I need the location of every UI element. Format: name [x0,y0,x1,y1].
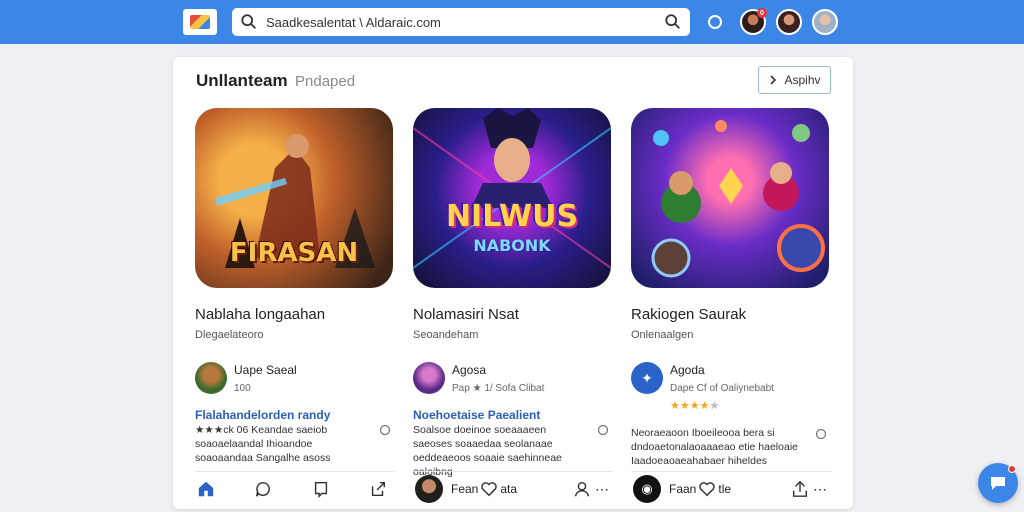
game-logo-subtitle: NABONK [473,236,551,255]
game-card[interactable]: Rakiogen Saurak Onlenaalgen ✦ Agoda Dape… [631,108,831,468]
bookmark-icon[interactable] [312,480,330,498]
star-icon: ★ [699,400,710,412]
star-icon: ★ [679,400,690,412]
star-icon: ★ [709,400,720,412]
chevron-right-icon [770,75,777,85]
search-submit-icon[interactable] [664,13,682,31]
game-name[interactable]: Nablaha longaahan [195,306,395,323]
divider [413,471,613,472]
avatar[interactable] [415,475,443,503]
info-icon[interactable] [379,424,391,436]
game-card[interactable]: NILWUS NABONK Nolamasiri Nsat Seoandeham … [413,108,613,479]
developer-row: ✦ Agoda Dape Cf of Oaliynebabt ★★★★★ [631,362,831,412]
developer-meta: 100 [234,383,251,394]
avatar[interactable] [812,9,838,35]
heart-icon[interactable] [698,480,716,498]
action-bar: Fean ata ⋯ [415,475,615,503]
developer-row: Uape Saeal 100 [195,362,395,394]
game-logo-title: NILWUS [445,199,579,234]
game-artwork[interactable]: FIRASAN [195,108,393,288]
comment-icon[interactable] [254,480,272,498]
developer-name[interactable]: Agosa [452,363,544,377]
review-title[interactable]: Flalahandelorden randy [195,408,395,422]
top-icons: 0 [708,8,838,35]
game-artwork[interactable]: NILWUS NABONK [413,108,611,288]
game-category: Onlenaalgen [631,329,694,341]
page-subtitle[interactable]: Pndaped [295,73,355,90]
developer-name[interactable]: Uape Saeal [234,363,297,377]
action-bar: ◉ Faan tle ⋯ [633,475,833,503]
developer-name[interactable]: Agoda [670,363,774,377]
developer-row: Agosa Pap ★ 1/ Sofa Clibat [413,362,613,394]
chat-fab-button[interactable] [978,463,1018,503]
avatar[interactable] [195,362,227,394]
share-icon[interactable] [369,480,387,498]
header-action-button[interactable]: Aspihv [758,66,831,94]
star-icon: ★ [670,400,680,412]
top-bar: 0 [0,0,1024,44]
chat-icon [991,477,1005,490]
developer-meta: Dape Cf of Oaliynebabt [670,383,774,394]
avatar[interactable]: ◉ [633,475,661,503]
game-card[interactable]: FIRASAN Nablaha longaahan Dlegaelateoro … [195,108,395,465]
action-bar [197,475,397,503]
share-icon[interactable] [791,480,809,498]
avatar[interactable]: 0 [740,8,767,35]
game-name[interactable]: Nolamasiri Nsat [413,306,613,323]
action-label-secondary[interactable]: ata [500,482,517,496]
hero-illustration [413,108,611,269]
game-name[interactable]: Rakiogen Saurak [631,306,831,323]
search-icon [241,14,256,29]
game-category: Dlegaelateoro [195,329,264,341]
hero-illustration [651,120,825,278]
review-body: Neoraeaoon Iboeileooa bera si dndoaetona… [631,427,798,467]
game-category: Seoandeham [413,329,479,341]
notification-dot [1008,465,1016,473]
developer-meta: Pap ★ 1/ Sofa Clibat [452,383,545,394]
game-artwork[interactable] [631,108,829,288]
action-label[interactable]: Faan [669,482,696,496]
notification-badge: 0 [757,8,767,18]
page-title: Unllanteam [196,71,288,90]
logo-mark [190,15,210,29]
action-label-secondary[interactable]: tle [718,482,731,496]
bell-icon[interactable] [708,15,722,29]
app-logo[interactable] [183,9,217,35]
game-logo-text: FIRASAN [229,238,359,268]
review-title[interactable]: Noehoetaise Paealient [413,408,613,422]
info-icon[interactable] [815,428,827,440]
action-label[interactable]: Fean [451,482,478,496]
more-icon[interactable]: ⋯ [813,481,827,498]
more-icon[interactable]: ⋯ [595,481,609,498]
heart-icon[interactable] [480,480,498,498]
home-icon[interactable] [197,480,215,498]
review-snippet: Flalahandelorden randy ★★★ck 06 Keandae … [195,408,395,465]
game-feed-card: Unllanteam Pndaped Aspihv FIRASAN Nablah… [173,57,853,509]
review-snippet: Noehoetaise Paealient Soalsoe doeinoe so… [413,408,613,479]
search-input[interactable] [266,14,664,30]
avatar[interactable] [776,9,802,35]
review-snippet: Neoraeaoon Iboeileooa bera si dndoaetona… [631,426,831,468]
user-icon[interactable] [573,480,591,498]
game-logo-text: NILWUS NABONK [446,202,578,254]
divider [195,471,395,472]
header-action-label: Aspihv [784,73,821,87]
star-rating: ★★★★★ [670,399,774,412]
star-icon: ★ [689,400,700,412]
info-icon[interactable] [597,424,609,436]
avatar[interactable]: ✦ [631,362,663,394]
search-bar[interactable] [232,8,690,36]
divider [631,471,831,472]
avatar[interactable] [413,362,445,394]
review-body: ★★★ck 06 Keandae saeiob soaoaelaandal Ih… [195,424,331,464]
